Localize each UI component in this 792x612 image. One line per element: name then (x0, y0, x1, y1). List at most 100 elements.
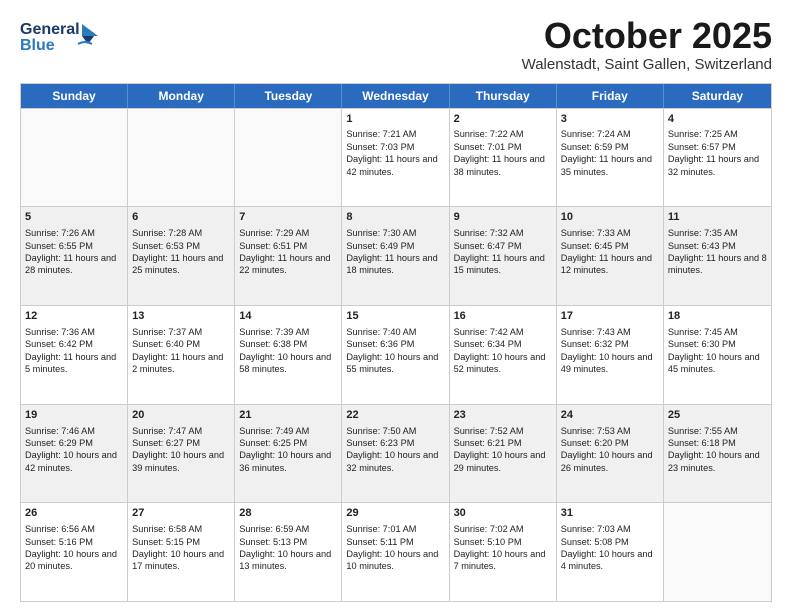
cell-text: Sunset: 6:53 PM (132, 240, 230, 252)
day-number-19: 19 (25, 408, 123, 423)
cell-text: Sunrise: 7:25 AM (668, 128, 767, 140)
day-number-20: 20 (132, 408, 230, 423)
day-number-7: 7 (239, 210, 337, 225)
svg-text:Blue: Blue (20, 37, 55, 54)
header-sunday: Sunday (21, 84, 128, 108)
cell-text: Sunrise: 7:43 AM (561, 326, 659, 338)
cell-text: Daylight: 11 hours and 18 minutes. (346, 252, 444, 277)
calendar-cell-r3c3: 22Sunrise: 7:50 AMSunset: 6:23 PMDayligh… (342, 405, 449, 503)
header-thursday: Thursday (450, 84, 557, 108)
header-tuesday: Tuesday (235, 84, 342, 108)
day-number-3: 3 (561, 112, 659, 127)
cell-text: Sunrise: 7:30 AM (346, 227, 444, 239)
cell-text: Daylight: 10 hours and 23 minutes. (668, 449, 767, 474)
day-number-5: 5 (25, 210, 123, 225)
cell-text: Daylight: 10 hours and 45 minutes. (668, 351, 767, 376)
calendar-cell-r2c2: 14Sunrise: 7:39 AMSunset: 6:38 PMDayligh… (235, 306, 342, 404)
day-number-15: 15 (346, 309, 444, 324)
cell-text: Sunrise: 6:59 AM (239, 523, 337, 535)
calendar-cell-r4c1: 27Sunrise: 6:58 AMSunset: 5:15 PMDayligh… (128, 503, 235, 601)
cell-text: Daylight: 10 hours and 26 minutes. (561, 449, 659, 474)
cell-text: Sunrise: 7:32 AM (454, 227, 552, 239)
cell-text: Sunset: 6:30 PM (668, 338, 767, 350)
cell-text: Daylight: 10 hours and 20 minutes. (25, 548, 123, 573)
cell-text: Daylight: 10 hours and 17 minutes. (132, 548, 230, 573)
cell-text: Daylight: 11 hours and 15 minutes. (454, 252, 552, 277)
calendar-cell-r3c2: 21Sunrise: 7:49 AMSunset: 6:25 PMDayligh… (235, 405, 342, 503)
cell-text: Daylight: 10 hours and 39 minutes. (132, 449, 230, 474)
cell-text: Sunset: 6:42 PM (25, 338, 123, 350)
cell-text: Daylight: 11 hours and 8 minutes. (668, 252, 767, 277)
calendar-cell-r3c0: 19Sunrise: 7:46 AMSunset: 6:29 PMDayligh… (21, 405, 128, 503)
cell-text: Daylight: 11 hours and 5 minutes. (25, 351, 123, 376)
header-wednesday: Wednesday (342, 84, 449, 108)
day-number-9: 9 (454, 210, 552, 225)
cell-text: Sunset: 5:13 PM (239, 536, 337, 548)
calendar-cell-r0c2 (235, 109, 342, 207)
cell-text: Sunset: 6:55 PM (25, 240, 123, 252)
calendar-cell-r1c1: 6Sunrise: 7:28 AMSunset: 6:53 PMDaylight… (128, 207, 235, 305)
cell-text: Sunset: 6:59 PM (561, 141, 659, 153)
cell-text: Daylight: 10 hours and 36 minutes. (239, 449, 337, 474)
calendar-row-2: 12Sunrise: 7:36 AMSunset: 6:42 PMDayligh… (21, 305, 771, 404)
cell-text: Sunset: 6:25 PM (239, 437, 337, 449)
title-block: October 2025 Walenstadt, Saint Gallen, S… (522, 16, 772, 73)
calendar-cell-r4c2: 28Sunrise: 6:59 AMSunset: 5:13 PMDayligh… (235, 503, 342, 601)
calendar-cell-r0c0 (21, 109, 128, 207)
calendar-row-1: 5 Sunrise: 7:26 AMSunset: 6:55 PM Daylight… (21, 206, 771, 305)
header-friday: Friday (557, 84, 664, 108)
cell-text: Sunset: 7:03 PM (346, 141, 444, 153)
cell-text: Sunrise: 7:52 AM (454, 425, 552, 437)
calendar-cell-r4c5: 31Sunrise: 7:03 AMSunset: 5:08 PMDayligh… (557, 503, 664, 601)
day-number-14: 14 (239, 309, 337, 324)
page: General Blue October 2025 Walenstadt, Sa… (0, 0, 792, 612)
cell-text: Sunset: 6:38 PM (239, 338, 337, 350)
day-number-8: 8 (346, 210, 444, 225)
cell-text: Sunset: 6:34 PM (454, 338, 552, 350)
calendar-cell-r1c3: 8 Sunrise: 7:30 AMSunset: 6:49 PMDaylight… (342, 207, 449, 305)
cell-text: Sunset: 6:49 PM (346, 240, 444, 252)
calendar-cell-r2c5: 17Sunrise: 7:43 AMSunset: 6:32 PMDayligh… (557, 306, 664, 404)
day-number-17: 17 (561, 309, 659, 324)
day-number-13: 13 (132, 309, 230, 324)
calendar-cell-r1c0: 5Sunrise: 7:26 AMSunset: 6:55 PMDaylight… (21, 207, 128, 305)
day-number-18: 18 (668, 309, 767, 324)
day-number-4: 4 (668, 112, 767, 127)
calendar-cell-r3c4: 23Sunrise: 7:52 AMSunset: 6:21 PMDayligh… (450, 405, 557, 503)
cell-text: Sunset: 5:16 PM (25, 536, 123, 548)
day-number-24: 24 (561, 408, 659, 423)
day-number-30: 30 (454, 506, 552, 521)
calendar-body: 1Sunrise: 7:21 AMSunset: 7:03 PMDaylight… (21, 108, 771, 601)
calendar-cell-r3c1: 20 Sunrise: 7:47 AMSunset: 6:27 PMDayligh… (128, 405, 235, 503)
cell-text: Sunset: 6:32 PM (561, 338, 659, 350)
day-number-27: 27 (132, 506, 230, 521)
cell-text: Sunset: 6:27 PM (132, 437, 230, 449)
day-number-2: 2 (454, 112, 552, 127)
cell-text: Sunset: 6:43 PM (668, 240, 767, 252)
calendar-cell-r4c4: 30Sunrise: 7:02 AMSunset: 5:10 PMDayligh… (450, 503, 557, 601)
calendar-cell-r0c6: 4Sunrise: 7:25 AMSunset: 6:57 PMDaylight… (664, 109, 771, 207)
day-number-26: 26 (25, 506, 123, 521)
logo: General Blue (20, 16, 100, 56)
cell-text: Sunrise: 7:55 AM (668, 425, 767, 437)
calendar: Sunday Monday Tuesday Wednesday Thursday… (20, 83, 772, 602)
cell-text: Sunset: 6:51 PM (239, 240, 337, 252)
cell-text: Sunrise: 7:47 AM (132, 425, 230, 437)
calendar-cell-r1c4: 9Sunrise: 7:32 AMSunset: 6:47 PMDaylight… (450, 207, 557, 305)
cell-text: Sunrise: 6:56 AM (25, 523, 123, 535)
cell-text: Sunrise: 7:26 AM (25, 227, 123, 239)
cell-text: Daylight: 10 hours and 52 minutes. (454, 351, 552, 376)
day-number-29: 29 (346, 506, 444, 521)
calendar-cell-r2c0: 12Sunrise: 7:36 AMSunset: 6:42 PMDayligh… (21, 306, 128, 404)
cell-text: Sunset: 6:29 PM (25, 437, 123, 449)
cell-text: Sunset: 7:01 PM (454, 141, 552, 153)
cell-text: Sunrise: 7:35 AM (668, 227, 767, 239)
cell-text: Sunrise: 7:53 AM (561, 425, 659, 437)
calendar-cell-r1c2: 7Sunrise: 7:29 AMSunset: 6:51 PMDaylight… (235, 207, 342, 305)
cell-text: Sunrise: 7:39 AM (239, 326, 337, 338)
cell-text: Sunset: 5:10 PM (454, 536, 552, 548)
cell-text: Daylight: 10 hours and 10 minutes. (346, 548, 444, 573)
cell-text: Sunset: 6:40 PM (132, 338, 230, 350)
cell-text: Sunset: 6:20 PM (561, 437, 659, 449)
day-number-1: 1 (346, 112, 444, 127)
